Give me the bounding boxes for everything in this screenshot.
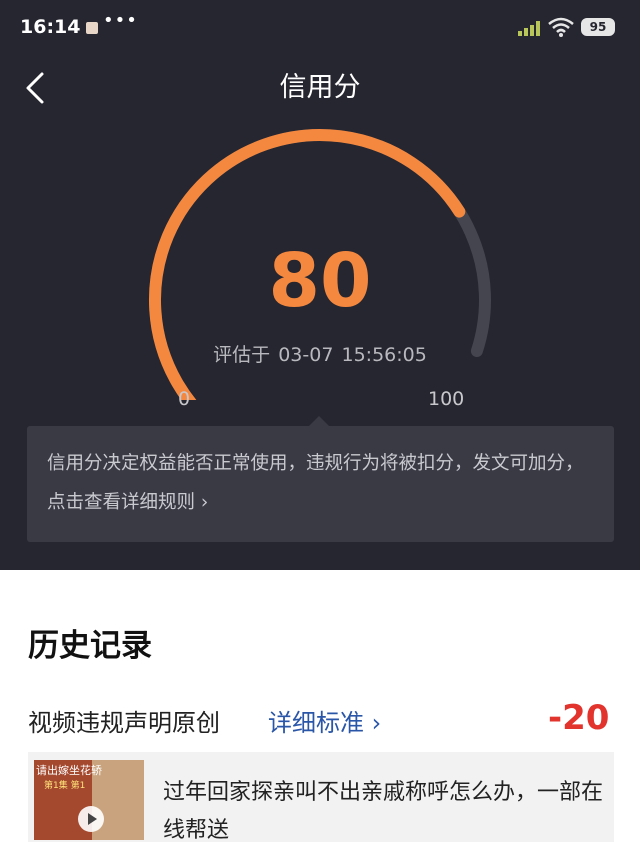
more-notifications-icon: ••• — [103, 10, 138, 31]
gauge-min-label: 0 — [178, 388, 191, 410]
evaluation-time: 评估于 03-07 15:56:05 — [0, 340, 640, 367]
article-card[interactable]: 请出嫁坐花轿 第1集 第1 过年回家探亲叫不出亲戚称呼怎么办，一部在线帮送 — [28, 752, 614, 843]
credit-score: 80 — [268, 238, 372, 324]
history-title: 历史记录 — [28, 628, 152, 664]
video-thumbnail[interactable]: 请出嫁坐花轿 第1集 第1 — [34, 760, 144, 840]
rules-info-box[interactable]: 信用分决定权益能否正常使用，违规行为将被扣分，发文可加分，点击查看详细规则 › — [27, 416, 614, 542]
record-name: 视频违规声明原创 — [28, 709, 220, 737]
status-bar: 16:14 ••• 95 — [0, 0, 640, 56]
play-icon[interactable] — [78, 806, 104, 832]
battery-icon: 95 — [581, 18, 615, 36]
thumbnail-subcaption: 第1集 第1 — [44, 781, 86, 791]
gauge-max-label: 100 — [428, 388, 465, 410]
wifi-icon — [548, 17, 574, 37]
score-delta: -20 — [548, 698, 610, 738]
page-title: 信用分 — [279, 72, 361, 103]
info-pointer — [309, 416, 329, 426]
thumbnail-caption: 请出嫁坐花轿 — [36, 764, 102, 777]
eval-date: 03-07 — [278, 344, 334, 366]
detail-standard-link[interactable]: 详细标准 › — [268, 703, 381, 738]
article-title[interactable]: 过年回家探亲叫不出亲戚称呼怎么办，一部在线帮送 — [163, 774, 603, 850]
signal-icon — [518, 20, 544, 36]
status-time: 16:14 — [20, 16, 81, 38]
notification-icon — [86, 22, 98, 34]
eval-prefix: 评估于 — [213, 344, 271, 366]
rules-info-text[interactable]: 信用分决定权益能否正常使用，违规行为将被扣分，发文可加分，点击查看详细规则 › — [47, 444, 592, 522]
eval-clock: 15:56:05 — [341, 344, 427, 366]
header-panel: 16:14 ••• 95 信用分 80 评估于 03-07 15:56:05 0… — [0, 0, 640, 570]
